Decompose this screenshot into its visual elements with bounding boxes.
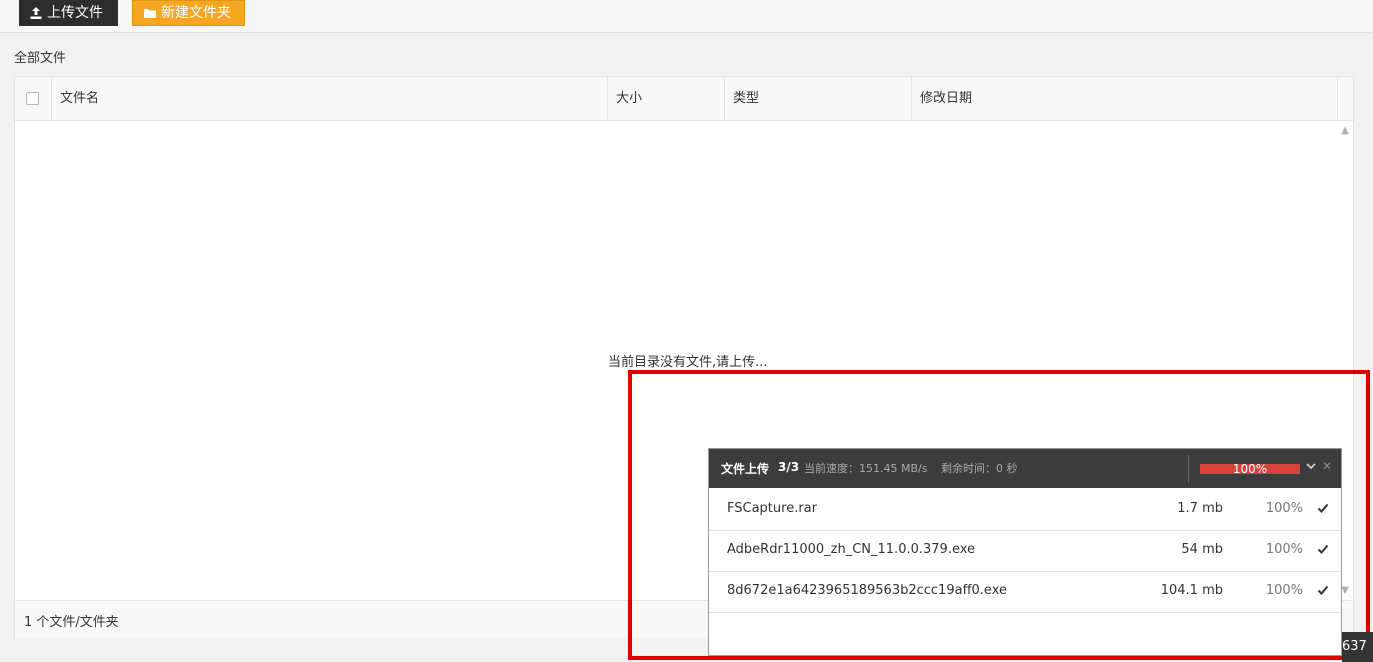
- upload-panel: 文件上传 3/3 当前速度：151.45 MB/s 剩余时间：0 秒 100% …: [708, 448, 1342, 656]
- close-icon[interactable]: ✕: [1322, 459, 1332, 473]
- upload-file-size: 1.7 mb: [1177, 501, 1223, 516]
- folder-icon: [143, 6, 157, 20]
- upload-panel-title: 文件上传: [721, 462, 770, 476]
- scroll-down-icon[interactable]: ▼: [1341, 585, 1349, 596]
- toolbar: 上传文件 新建文件夹: [0, 0, 1373, 33]
- upload-speed: 当前速度：151.45 MB/s: [804, 462, 928, 475]
- upload-progress-text: 100%: [1232, 462, 1268, 476]
- checkmark-icon: [1317, 502, 1329, 514]
- column-header-date[interactable]: 修改日期: [912, 77, 1338, 120]
- upload-count: 3/3: [778, 460, 800, 474]
- header-select-all: [15, 77, 52, 120]
- upload-file-size: 104.1 mb: [1160, 583, 1223, 598]
- upload-file-size: 54 mb: [1181, 542, 1223, 557]
- upload-button-label: 上传文件: [47, 5, 103, 21]
- upload-file-percent: 100%: [1265, 542, 1303, 557]
- new-folder-button[interactable]: 新建文件夹: [132, 0, 245, 26]
- column-header-size[interactable]: 大小: [608, 77, 725, 120]
- scroll-up-icon[interactable]: ▲: [1341, 125, 1349, 136]
- chevron-down-icon[interactable]: [1305, 460, 1317, 472]
- upload-remaining-time: 剩余时间：0 秒: [941, 462, 1018, 475]
- upload-icon: [29, 6, 43, 20]
- upload-file-row: AdbeRdr11000_zh_CN_11.0.0.379.exe 54 mb …: [709, 530, 1341, 572]
- upload-file-name: 8d672e1a6423965189563b2ccc19aff0.exe: [727, 583, 1007, 598]
- file-count: 1 个文件/文件夹: [24, 615, 119, 630]
- upload-file-name: AdbeRdr11000_zh_CN_11.0.0.379.exe: [727, 542, 976, 557]
- select-all-checkbox[interactable]: [26, 92, 39, 105]
- upload-file-row: FSCapture.rar 1.7 mb 100%: [709, 489, 1341, 531]
- upload-button[interactable]: 上传文件: [19, 0, 118, 26]
- column-header-name[interactable]: 文件名: [52, 77, 608, 120]
- checkmark-icon: [1317, 584, 1329, 596]
- column-header-type[interactable]: 类型: [725, 77, 912, 120]
- empty-directory-message: 当前目录没有文件,请上传...: [608, 355, 768, 370]
- corner-badge: 637: [1342, 632, 1373, 662]
- table-header: 文件名 大小 类型 修改日期: [15, 77, 1353, 121]
- upload-file-row: 8d672e1a6423965189563b2ccc19aff0.exe 104…: [709, 571, 1341, 613]
- checkmark-icon: [1317, 543, 1329, 555]
- upload-panel-header: 文件上传 3/3 当前速度：151.45 MB/s 剩余时间：0 秒 100% …: [709, 449, 1341, 488]
- upload-file-percent: 100%: [1265, 501, 1303, 516]
- breadcrumb[interactable]: 全部文件: [14, 47, 66, 66]
- upload-file-name: FSCapture.rar: [727, 501, 817, 516]
- header-divider: [1188, 455, 1189, 483]
- upload-progress-bar: 100%: [1200, 462, 1300, 476]
- upload-file-percent: 100%: [1265, 583, 1303, 598]
- new-folder-button-label: 新建文件夹: [161, 5, 231, 21]
